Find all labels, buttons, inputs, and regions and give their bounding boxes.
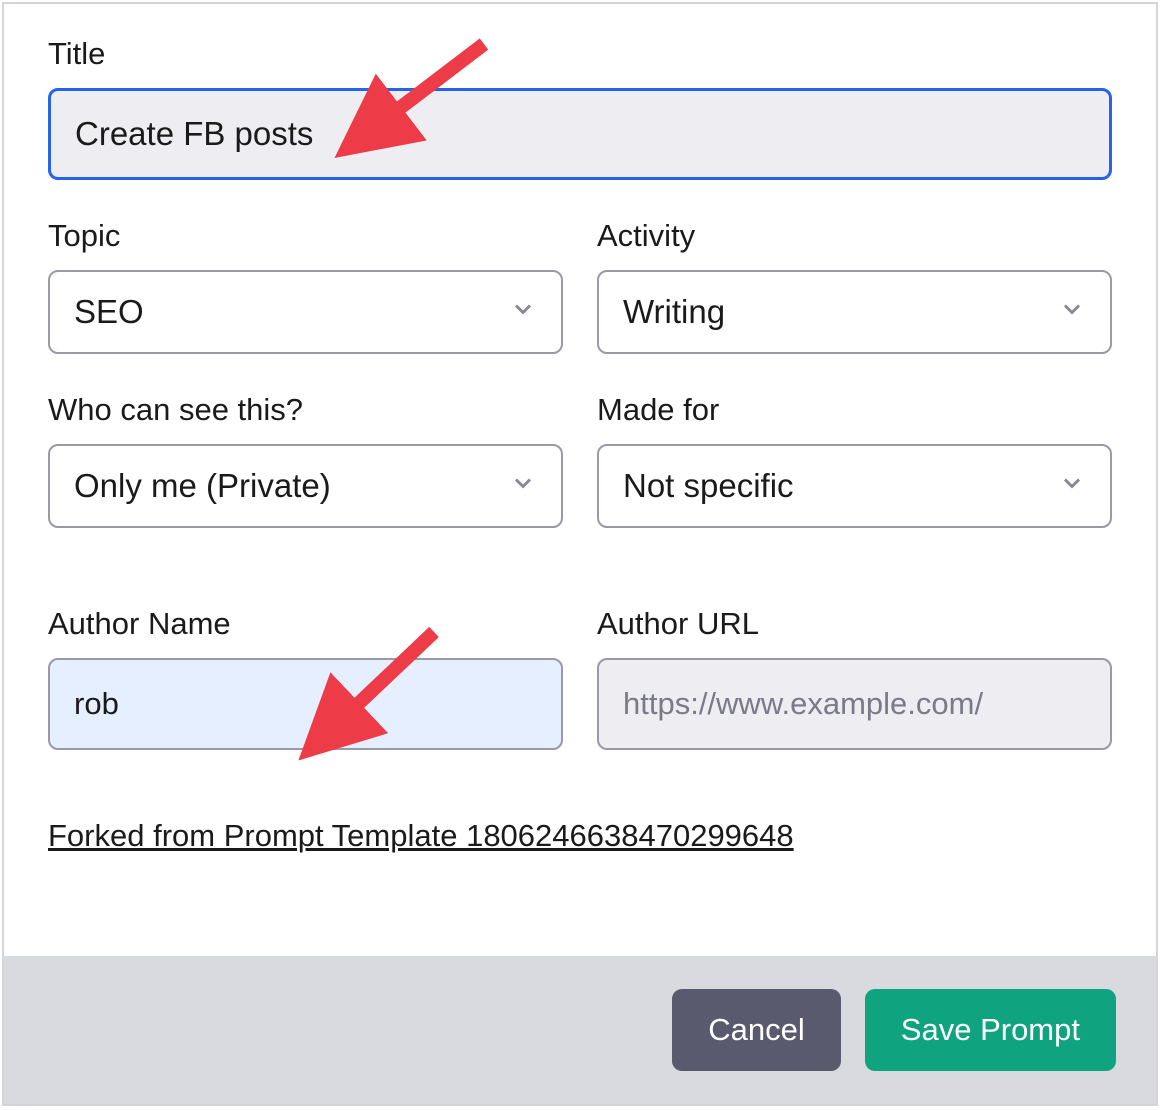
spacer [48, 566, 1112, 606]
chevron-down-icon [509, 293, 537, 331]
visibility-select-wrap: Only me (Private) [48, 444, 563, 528]
author-url-col: Author URL [597, 606, 1112, 750]
activity-select-wrap: Writing [597, 270, 1112, 354]
row-topic-activity: Topic SEO Activity Writing [48, 218, 1112, 354]
madefor-select[interactable]: Not specific [597, 444, 1112, 528]
chevron-down-icon [509, 467, 537, 505]
dialog-container: Title Topic SEO Activity Wr [2, 2, 1158, 1106]
author-url-input[interactable] [597, 658, 1112, 750]
topic-value: SEO [74, 293, 144, 331]
row-author: Author Name Author URL [48, 606, 1112, 750]
author-name-input[interactable] [48, 658, 563, 750]
author-name-col: Author Name [48, 606, 563, 750]
activity-col: Activity Writing [597, 218, 1112, 354]
author-url-label: Author URL [597, 606, 1112, 642]
visibility-value: Only me (Private) [74, 467, 331, 505]
topic-select[interactable]: SEO [48, 270, 563, 354]
activity-select[interactable]: Writing [597, 270, 1112, 354]
form-area: Title Topic SEO Activity Wr [4, 4, 1156, 854]
activity-label: Activity [597, 218, 1112, 254]
madefor-select-wrap: Not specific [597, 444, 1112, 528]
save-button[interactable]: Save Prompt [865, 989, 1116, 1071]
title-label: Title [48, 36, 1112, 72]
madefor-label: Made for [597, 392, 1112, 428]
author-name-label: Author Name [48, 606, 563, 642]
row-visibility-madefor: Who can see this? Only me (Private) Made… [48, 392, 1112, 528]
spacer [48, 788, 1112, 818]
madefor-col: Made for Not specific [597, 392, 1112, 528]
topic-label: Topic [48, 218, 563, 254]
chevron-down-icon [1058, 293, 1086, 331]
madefor-value: Not specific [623, 467, 794, 505]
visibility-select[interactable]: Only me (Private) [48, 444, 563, 528]
dialog-footer: Cancel Save Prompt [4, 956, 1156, 1104]
activity-value: Writing [623, 293, 725, 331]
topic-col: Topic SEO [48, 218, 563, 354]
cancel-button[interactable]: Cancel [672, 989, 841, 1071]
title-input[interactable] [48, 88, 1112, 180]
visibility-col: Who can see this? Only me (Private) [48, 392, 563, 528]
forked-from-link[interactable]: Forked from Prompt Template 180624663847… [48, 818, 794, 854]
visibility-label: Who can see this? [48, 392, 563, 428]
topic-select-wrap: SEO [48, 270, 563, 354]
chevron-down-icon [1058, 467, 1086, 505]
